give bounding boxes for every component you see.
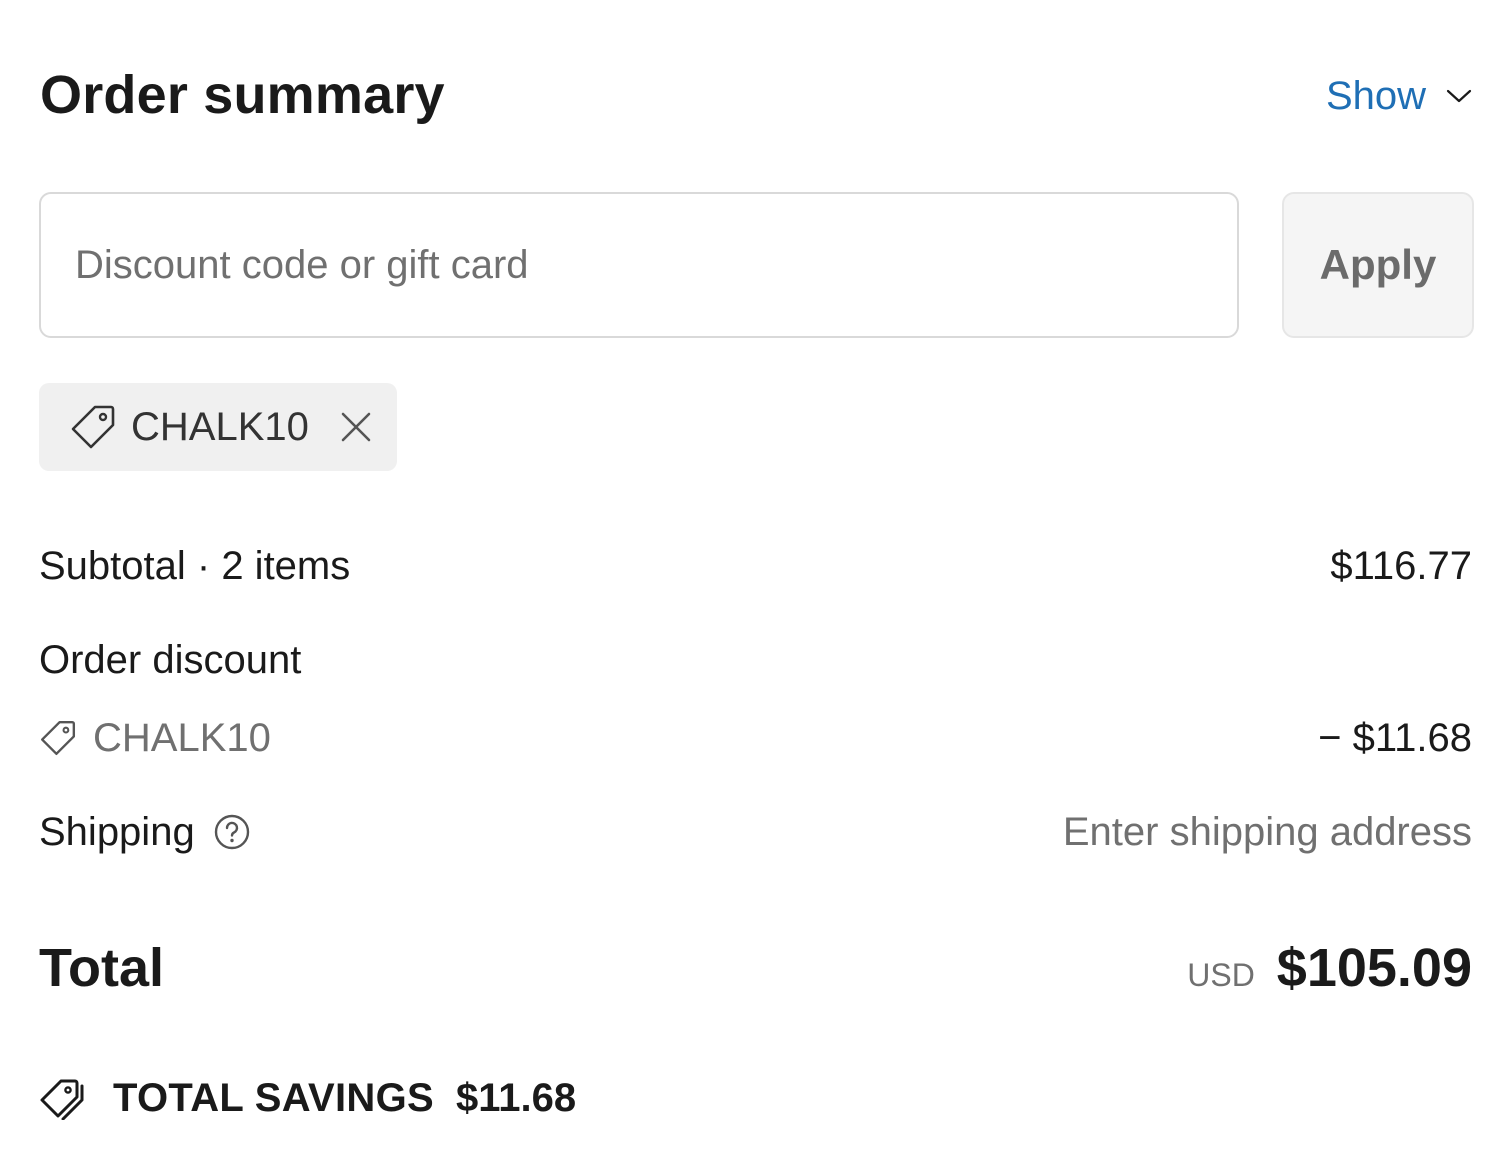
close-icon[interactable] xyxy=(339,410,373,444)
discount-code-input[interactable] xyxy=(39,192,1239,338)
tag-icon xyxy=(71,405,115,449)
page-title: Order summary xyxy=(40,65,445,125)
applied-discount-chip: CHALK10 xyxy=(39,383,397,471)
applied-code-text: CHALK10 xyxy=(131,405,309,449)
total-savings: TOTAL SAVINGS $11.68 xyxy=(39,1076,576,1121)
total-label: Total xyxy=(39,938,164,998)
show-order-details-toggle[interactable]: Show xyxy=(1326,66,1472,126)
help-circle-icon[interactable] xyxy=(213,813,251,851)
total-amount: USD $105.09 xyxy=(1187,935,1472,1001)
total-value: $105.09 xyxy=(1276,938,1472,998)
total-savings-label: TOTAL SAVINGS xyxy=(113,1076,434,1120)
apply-button[interactable]: Apply xyxy=(1282,192,1474,338)
discount-amount: − $11.68 xyxy=(1318,716,1472,760)
chevron-down-icon xyxy=(1446,89,1472,103)
order-discount-code: CHALK10 xyxy=(39,712,271,764)
shipping-row: Shipping xyxy=(39,806,251,858)
discount-code-text: CHALK10 xyxy=(93,716,271,760)
subtotal-label: Subtotal · 2 items xyxy=(39,544,351,588)
tag-icon xyxy=(40,720,76,756)
tags-icon xyxy=(40,1079,84,1120)
currency-code: USD xyxy=(1187,957,1255,993)
order-discount-label: Order discount xyxy=(39,638,302,682)
shipping-value: Enter shipping address xyxy=(1062,810,1472,854)
show-toggle-label: Show xyxy=(1325,74,1426,118)
subtotal-value: $116.77 xyxy=(1330,544,1472,588)
total-savings-value: $11.68 xyxy=(455,1076,577,1120)
shipping-label: Shipping xyxy=(39,810,195,854)
